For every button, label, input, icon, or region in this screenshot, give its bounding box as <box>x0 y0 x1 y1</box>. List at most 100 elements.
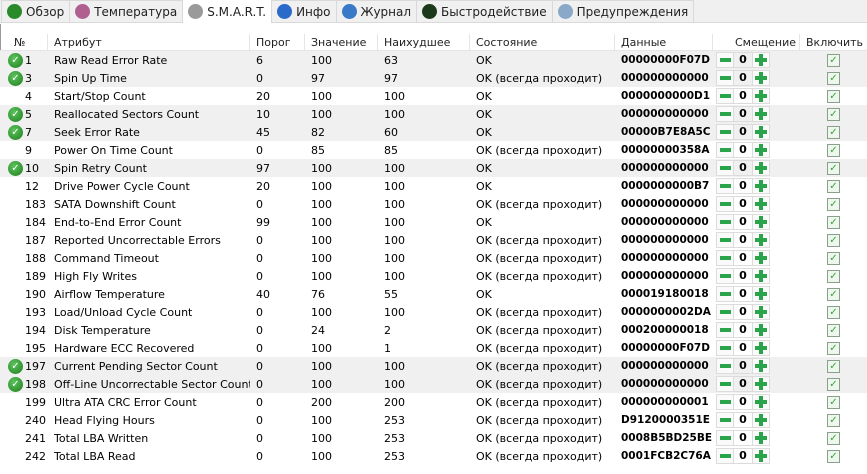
enable-checkbox[interactable]: ✓ <box>827 71 840 85</box>
table-row[interactable]: 183 SATA Downshift Count 0 100 100 OK (в… <box>0 195 867 213</box>
increment-button[interactable] <box>752 142 770 158</box>
col-num[interactable]: № <box>0 34 48 50</box>
increment-button[interactable] <box>752 268 770 284</box>
col-data[interactable]: Данные <box>615 34 713 50</box>
offset-value[interactable]: 0 <box>734 196 752 212</box>
tab-5[interactable]: Быстродействие <box>416 0 553 22</box>
increment-button[interactable] <box>752 412 770 428</box>
increment-button[interactable] <box>752 106 770 122</box>
offset-value[interactable]: 0 <box>734 52 752 68</box>
table-row[interactable]: ✓ 1 Raw Read Error Rate 6 100 63 OK 00000… <box>0 51 867 69</box>
tab-6[interactable]: Предупреждения <box>551 0 695 22</box>
decrement-button[interactable] <box>716 322 734 338</box>
enable-checkbox[interactable]: ✓ <box>827 431 840 445</box>
enable-checkbox[interactable]: ✓ <box>827 287 840 301</box>
decrement-button[interactable] <box>716 52 734 68</box>
decrement-button[interactable] <box>716 304 734 320</box>
col-attribute[interactable]: Атрибут <box>48 34 250 50</box>
increment-button[interactable] <box>752 430 770 446</box>
enable-checkbox[interactable]: ✓ <box>827 449 840 463</box>
decrement-button[interactable] <box>716 412 734 428</box>
decrement-button[interactable] <box>716 394 734 410</box>
increment-button[interactable] <box>752 250 770 266</box>
col-enable[interactable]: Включить <box>800 34 867 50</box>
increment-button[interactable] <box>752 286 770 302</box>
table-row[interactable]: ✓ 10 Spin Retry Count 97 100 100 OK 00000… <box>0 159 867 177</box>
enable-checkbox[interactable]: ✓ <box>827 161 840 175</box>
increment-button[interactable] <box>752 88 770 104</box>
table-row[interactable]: 242 Total LBA Read 0 100 253 OK (всегда … <box>0 447 867 465</box>
col-value[interactable]: Значение <box>305 34 378 50</box>
offset-value[interactable]: 0 <box>734 106 752 122</box>
offset-value[interactable]: 0 <box>734 178 752 194</box>
enable-checkbox[interactable]: ✓ <box>827 323 840 337</box>
tab-3[interactable]: Инфо <box>271 0 337 22</box>
decrement-button[interactable] <box>716 160 734 176</box>
increment-button[interactable] <box>752 394 770 410</box>
offset-value[interactable]: 0 <box>734 88 752 104</box>
table-row[interactable]: ✓ 198 Off-Line Uncorrectable Sector Count… <box>0 375 867 393</box>
offset-value[interactable]: 0 <box>734 358 752 374</box>
enable-checkbox[interactable]: ✓ <box>827 125 840 139</box>
offset-value[interactable]: 0 <box>734 448 752 464</box>
enable-checkbox[interactable]: ✓ <box>827 53 840 67</box>
increment-button[interactable] <box>752 340 770 356</box>
table-row[interactable]: 189 High Fly Writes 0 100 100 OK (всегда… <box>0 267 867 285</box>
table-row[interactable]: 195 Hardware ECC Recovered 0 100 1 OK (в… <box>0 339 867 357</box>
offset-value[interactable]: 0 <box>734 394 752 410</box>
increment-button[interactable] <box>752 214 770 230</box>
increment-button[interactable] <box>752 322 770 338</box>
enable-checkbox[interactable]: ✓ <box>827 89 840 103</box>
decrement-button[interactable] <box>716 106 734 122</box>
table-row[interactable]: 187 Reported Uncorrectable Errors 0 100 … <box>0 231 867 249</box>
offset-value[interactable]: 0 <box>734 124 752 140</box>
table-row[interactable]: 9 Power On Time Count 0 85 85 OK (всегда… <box>0 141 867 159</box>
tab-2[interactable]: S.M.A.R.T. <box>182 0 273 23</box>
decrement-button[interactable] <box>716 124 734 140</box>
tab-4[interactable]: Журнал <box>335 0 418 22</box>
enable-checkbox[interactable]: ✓ <box>827 251 840 265</box>
decrement-button[interactable] <box>716 232 734 248</box>
table-row[interactable]: ✓ 7 Seek Error Rate 45 82 60 OK 00000B7E8… <box>0 123 867 141</box>
tab-1[interactable]: Температура <box>69 0 184 22</box>
enable-checkbox[interactable]: ✓ <box>827 179 840 193</box>
decrement-button[interactable] <box>716 268 734 284</box>
enable-checkbox[interactable]: ✓ <box>827 197 840 211</box>
decrement-button[interactable] <box>716 430 734 446</box>
decrement-button[interactable] <box>716 340 734 356</box>
table-row[interactable]: 193 Load/Unload Cycle Count 0 100 100 OK… <box>0 303 867 321</box>
table-row[interactable]: 194 Disk Temperature 0 24 2 OK (всегда п… <box>0 321 867 339</box>
offset-value[interactable]: 0 <box>734 160 752 176</box>
offset-value[interactable]: 0 <box>734 412 752 428</box>
col-worst[interactable]: Наихудшее <box>378 34 470 50</box>
offset-value[interactable]: 0 <box>734 286 752 302</box>
increment-button[interactable] <box>752 304 770 320</box>
enable-checkbox[interactable]: ✓ <box>827 377 840 391</box>
enable-checkbox[interactable]: ✓ <box>827 305 840 319</box>
increment-button[interactable] <box>752 160 770 176</box>
col-state[interactable]: Состояние <box>470 34 615 50</box>
offset-value[interactable]: 0 <box>734 322 752 338</box>
enable-checkbox[interactable]: ✓ <box>827 413 840 427</box>
offset-value[interactable]: 0 <box>734 232 752 248</box>
offset-value[interactable]: 0 <box>734 376 752 392</box>
increment-button[interactable] <box>752 376 770 392</box>
table-row[interactable]: ✓ 5 Reallocated Sectors Count 10 100 100 … <box>0 105 867 123</box>
enable-checkbox[interactable]: ✓ <box>827 215 840 229</box>
enable-checkbox[interactable]: ✓ <box>827 143 840 157</box>
increment-button[interactable] <box>752 52 770 68</box>
tab-0[interactable]: Обзор <box>1 0 71 22</box>
decrement-button[interactable] <box>716 376 734 392</box>
decrement-button[interactable] <box>716 196 734 212</box>
table-row[interactable]: ✓ 197 Current Pending Sector Count 0 100 … <box>0 357 867 375</box>
enable-checkbox[interactable]: ✓ <box>827 269 840 283</box>
decrement-button[interactable] <box>716 448 734 464</box>
table-row[interactable]: 241 Total LBA Written 0 100 253 OK (всег… <box>0 429 867 447</box>
increment-button[interactable] <box>752 178 770 194</box>
offset-value[interactable]: 0 <box>734 304 752 320</box>
decrement-button[interactable] <box>716 250 734 266</box>
increment-button[interactable] <box>752 232 770 248</box>
increment-button[interactable] <box>752 448 770 464</box>
table-row[interactable]: 240 Head Flying Hours 0 100 253 OK (всег… <box>0 411 867 429</box>
increment-button[interactable] <box>752 124 770 140</box>
